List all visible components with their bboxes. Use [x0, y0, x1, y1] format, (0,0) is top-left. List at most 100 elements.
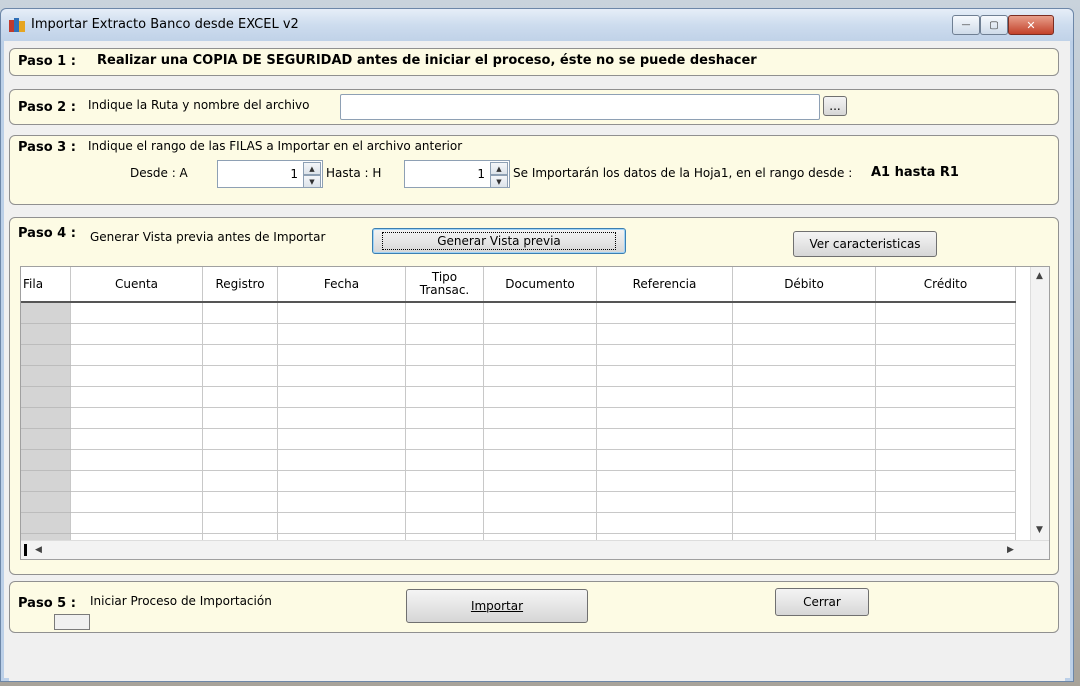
table-cell[interactable]: [405, 512, 484, 534]
vertical-scrollbar[interactable]: ▲ ▼: [1030, 267, 1049, 540]
table-cell[interactable]: [732, 344, 876, 366]
table-cell[interactable]: [277, 407, 406, 429]
view-features-button[interactable]: Ver caracteristicas: [793, 231, 937, 257]
table-cell[interactable]: [732, 449, 876, 471]
table-cell[interactable]: [202, 302, 278, 324]
scroll-left-icon[interactable]: ◀: [35, 545, 42, 555]
table-row[interactable]: [21, 323, 1016, 345]
table-row[interactable]: [21, 344, 1016, 366]
row-header-cell[interactable]: [21, 428, 71, 450]
table-cell[interactable]: [875, 323, 1016, 345]
table-cell[interactable]: [70, 302, 203, 324]
table-cell[interactable]: [483, 470, 597, 492]
table-cell[interactable]: [732, 365, 876, 387]
table-cell[interactable]: [483, 365, 597, 387]
row-header-cell[interactable]: [21, 491, 71, 513]
table-cell[interactable]: [405, 491, 484, 513]
col-header-documento[interactable]: Documento: [483, 267, 597, 303]
table-cell[interactable]: [732, 386, 876, 408]
table-cell[interactable]: [70, 491, 203, 513]
table-cell[interactable]: [70, 428, 203, 450]
table-cell[interactable]: [732, 428, 876, 450]
col-header-cuenta[interactable]: Cuenta: [70, 267, 203, 303]
col-header-referencia[interactable]: Referencia: [596, 267, 733, 303]
to-row-stepper[interactable]: 1 ▲ ▼: [404, 160, 510, 188]
table-cell[interactable]: [70, 449, 203, 471]
table-row[interactable]: [21, 386, 1016, 408]
table-cell[interactable]: [596, 470, 733, 492]
table-cell[interactable]: [732, 407, 876, 429]
close-window-button[interactable]: ✕: [1008, 15, 1054, 35]
table-cell[interactable]: [70, 323, 203, 345]
table-cell[interactable]: [875, 491, 1016, 513]
table-cell[interactable]: [202, 512, 278, 534]
table-cell[interactable]: [483, 449, 597, 471]
table-cell[interactable]: [596, 512, 733, 534]
col-header-credito[interactable]: Crédito: [875, 267, 1016, 303]
table-cell[interactable]: [202, 386, 278, 408]
table-cell[interactable]: [202, 323, 278, 345]
table-cell[interactable]: [202, 491, 278, 513]
table-cell[interactable]: [405, 302, 484, 324]
table-cell[interactable]: [596, 386, 733, 408]
table-cell[interactable]: [405, 470, 484, 492]
table-cell[interactable]: [277, 449, 406, 471]
table-cell[interactable]: [70, 386, 203, 408]
table-cell[interactable]: [405, 407, 484, 429]
table-cell[interactable]: [875, 512, 1016, 534]
table-row[interactable]: [21, 470, 1016, 492]
table-cell[interactable]: [70, 344, 203, 366]
preview-grid[interactable]: Fila Cuenta Registro Fecha Tipo Transac.…: [20, 266, 1050, 560]
table-cell[interactable]: [202, 407, 278, 429]
table-cell[interactable]: [202, 449, 278, 471]
table-cell[interactable]: [875, 386, 1016, 408]
table-cell[interactable]: [202, 365, 278, 387]
table-cell[interactable]: [596, 449, 733, 471]
table-cell[interactable]: [875, 407, 1016, 429]
row-header-cell[interactable]: [21, 386, 71, 408]
scroll-right-icon[interactable]: ▶: [1007, 545, 1014, 555]
table-cell[interactable]: [277, 512, 406, 534]
row-header-cell[interactable]: [21, 344, 71, 366]
table-row[interactable]: [21, 428, 1016, 450]
close-button[interactable]: Cerrar: [775, 588, 869, 616]
table-row[interactable]: [21, 512, 1016, 534]
table-cell[interactable]: [483, 344, 597, 366]
table-cell[interactable]: [483, 428, 597, 450]
table-cell[interactable]: [70, 407, 203, 429]
spin-up-icon[interactable]: ▲: [490, 162, 508, 175]
table-cell[interactable]: [483, 491, 597, 513]
table-cell[interactable]: [405, 386, 484, 408]
import-button[interactable]: Importar: [406, 589, 588, 623]
from-row-stepper[interactable]: 1 ▲ ▼: [217, 160, 323, 188]
table-cell[interactable]: [596, 428, 733, 450]
table-row[interactable]: [21, 365, 1016, 387]
generate-preview-button[interactable]: Generar Vista previa: [372, 228, 626, 254]
scroll-up-icon[interactable]: ▲: [1036, 271, 1043, 281]
table-cell[interactable]: [875, 449, 1016, 471]
table-cell[interactable]: [732, 491, 876, 513]
table-cell[interactable]: [732, 323, 876, 345]
table-cell[interactable]: [405, 344, 484, 366]
table-cell[interactable]: [875, 428, 1016, 450]
row-header-cell[interactable]: [21, 323, 71, 345]
row-header-cell[interactable]: [21, 512, 71, 534]
table-cell[interactable]: [732, 302, 876, 324]
table-cell[interactable]: [277, 323, 406, 345]
table-cell[interactable]: [483, 386, 597, 408]
maximize-button[interactable]: ▢: [980, 15, 1008, 35]
table-cell[interactable]: [483, 302, 597, 324]
table-row[interactable]: [21, 491, 1016, 513]
table-cell[interactable]: [202, 470, 278, 492]
table-cell[interactable]: [277, 365, 406, 387]
table-cell[interactable]: [875, 470, 1016, 492]
table-row[interactable]: [21, 449, 1016, 471]
col-header-debito[interactable]: Débito: [732, 267, 876, 303]
row-header-cell[interactable]: [21, 449, 71, 471]
minimize-button[interactable]: —: [952, 15, 980, 35]
col-header-fila[interactable]: Fila: [21, 267, 71, 303]
table-cell[interactable]: [483, 512, 597, 534]
table-cell[interactable]: [405, 323, 484, 345]
horizontal-scrollbar[interactable]: ◀ ▶: [21, 540, 1049, 559]
table-cell[interactable]: [483, 323, 597, 345]
